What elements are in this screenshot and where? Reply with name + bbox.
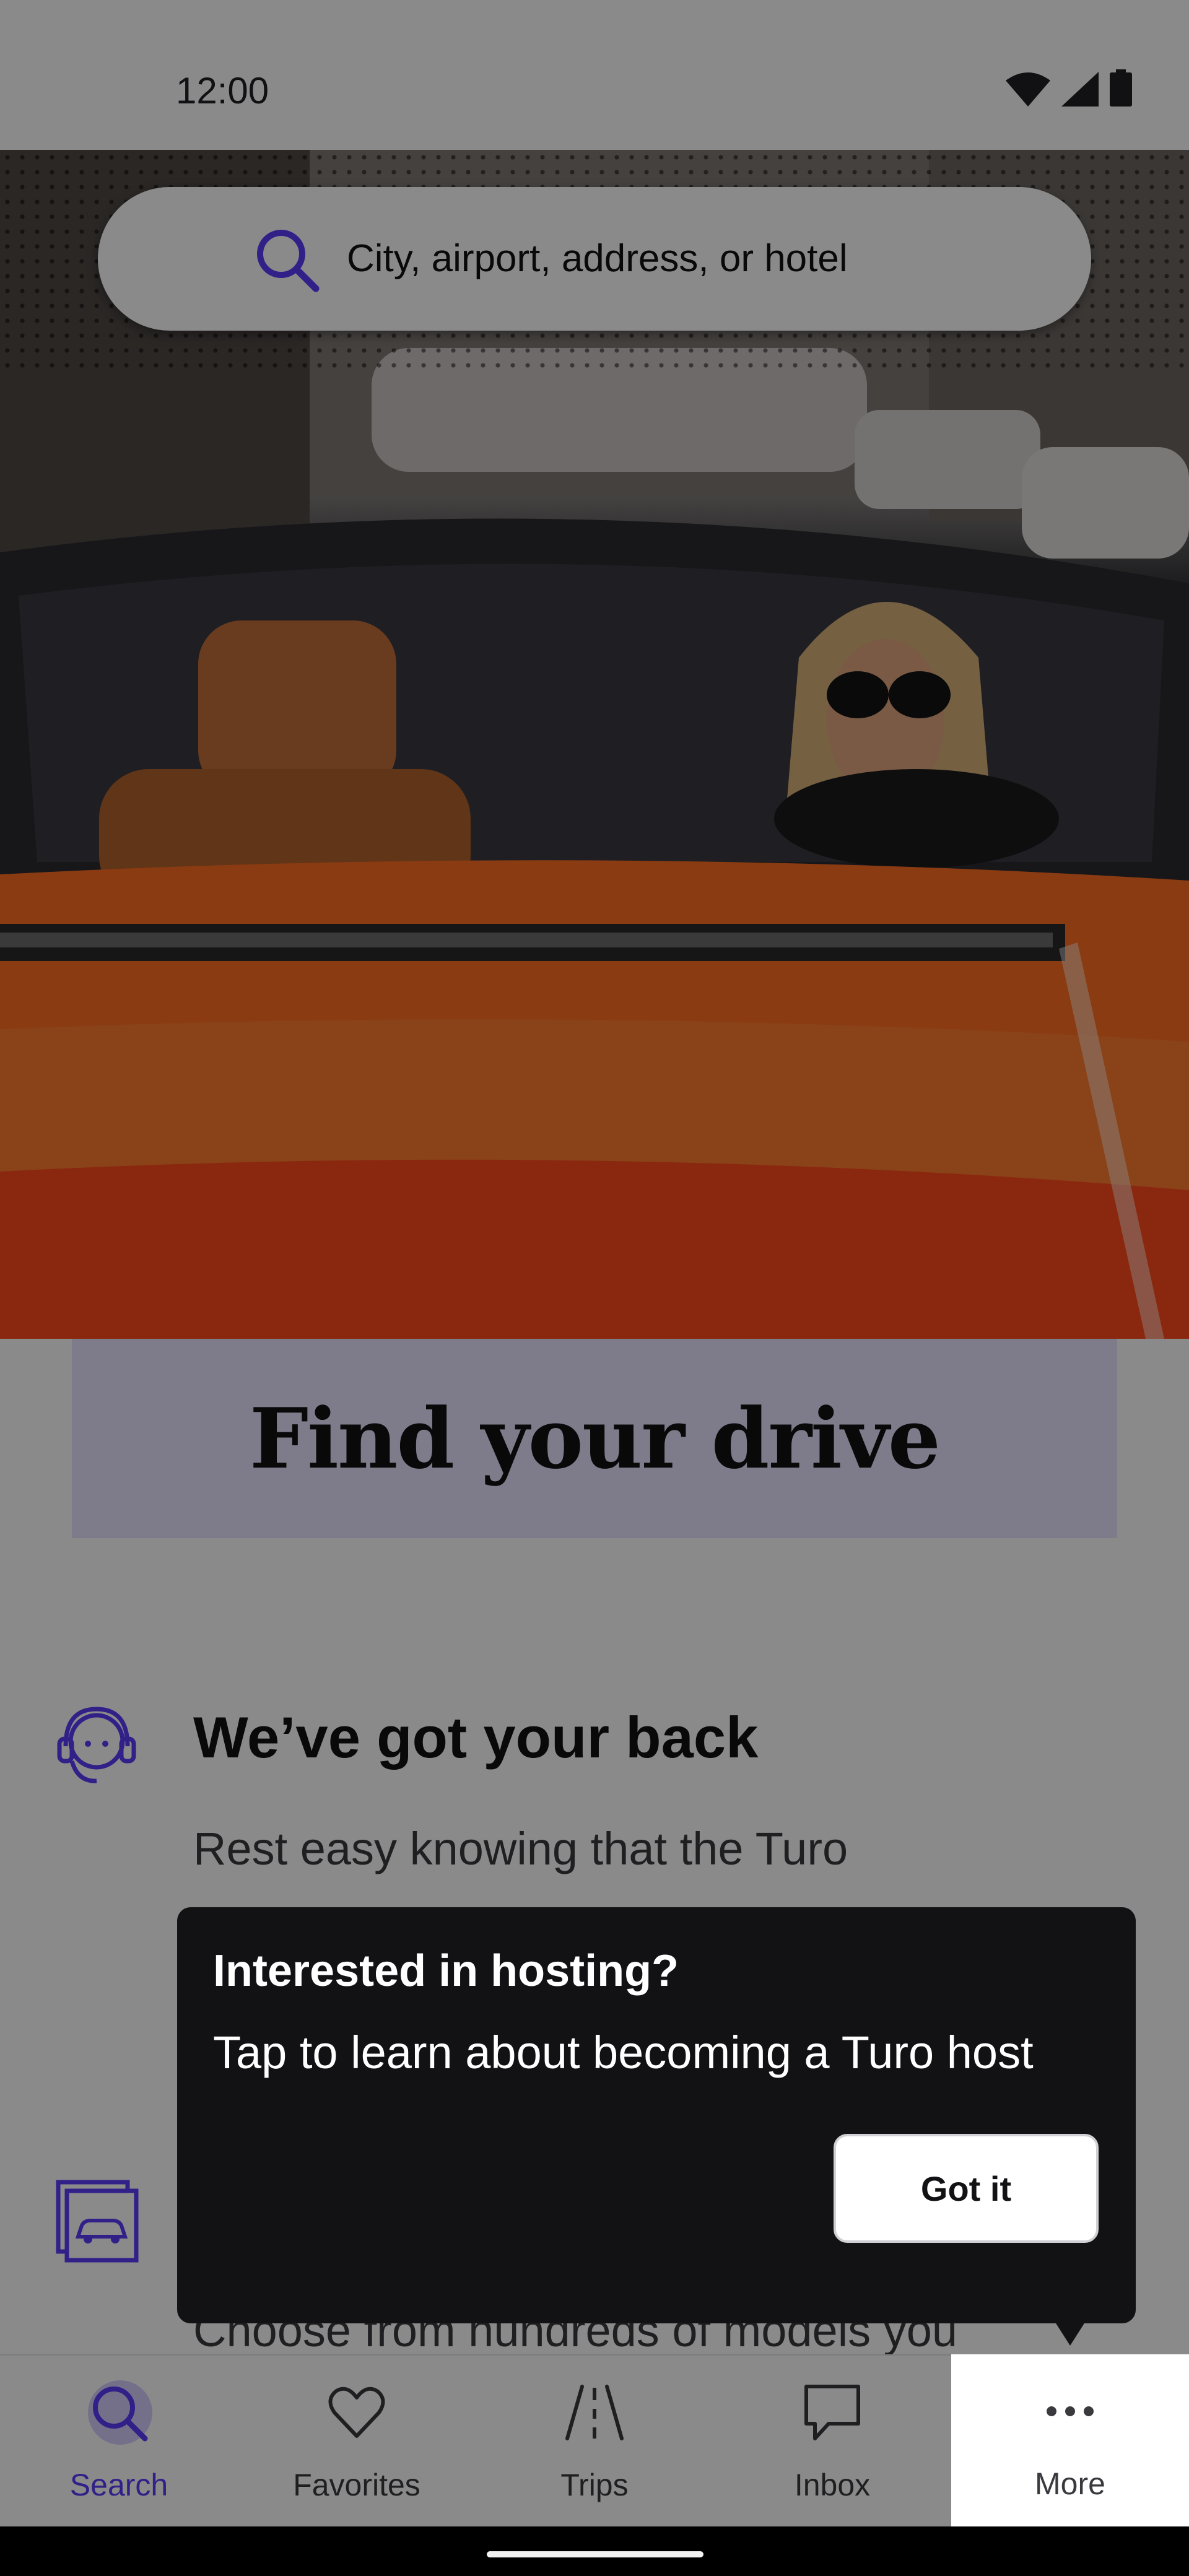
- app-screen: 12:00 City, airport, address, or hotel F…: [0, 0, 1189, 2526]
- hosting-tooltip: Interested in hosting? Tap to learn abou…: [177, 1907, 1136, 2323]
- got-it-button[interactable]: Got it: [834, 2134, 1099, 2243]
- tooltip-title: Interested in hosting?: [213, 1946, 679, 1996]
- gesture-navigation-bar: [0, 2526, 1189, 2576]
- nav-item-more[interactable]: More: [951, 2354, 1189, 2526]
- nav-label: More: [1035, 2466, 1105, 2501]
- tooltip-arrow: [1053, 2318, 1087, 2346]
- home-gesture-handle[interactable]: [487, 2551, 703, 2557]
- more-horizontal-icon: [1047, 2406, 1094, 2416]
- tooltip-body: Tap to learn about becoming a Turo host: [213, 2027, 1034, 2078]
